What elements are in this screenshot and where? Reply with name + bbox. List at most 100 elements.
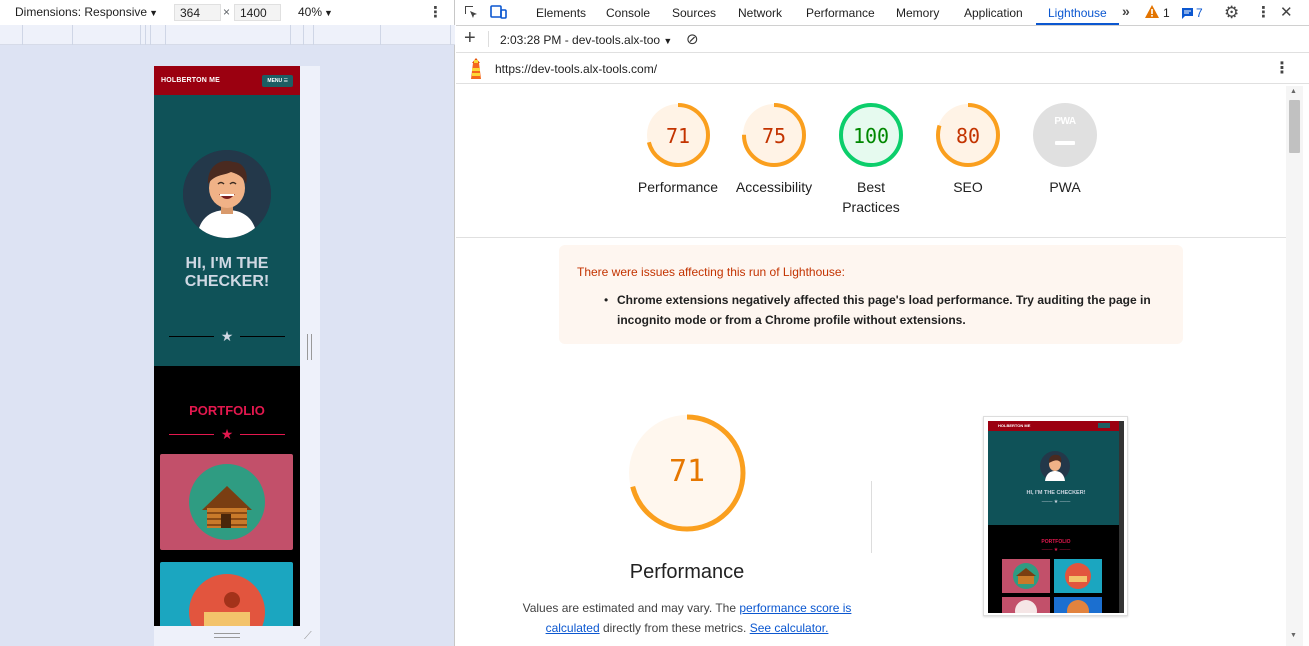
gauge-label: SEO: [953, 179, 983, 195]
resize-corner-icon[interactable]: ⟋: [304, 630, 312, 643]
tab-memory[interactable]: Memory: [896, 6, 939, 20]
device-emulation-pane: Dimensions: Responsive▼ × 40%▼ ⋮ HOLBERT…: [0, 0, 455, 646]
zoom-dropdown[interactable]: 40% ▼: [298, 5, 333, 19]
thumbnail-tile-4: [1054, 597, 1102, 613]
lighthouse-logo-icon: [471, 58, 481, 79]
settings-gear-icon[interactable]: ⚙: [1224, 3, 1239, 23]
site-brand[interactable]: HOLBERTON ME: [161, 77, 220, 84]
tab-application[interactable]: Application: [964, 6, 1023, 20]
inspect-element-icon[interactable]: [463, 4, 479, 23]
messages-count[interactable]: 7: [1196, 6, 1203, 20]
site-menu-button[interactable]: MENU ☰: [262, 74, 293, 87]
thumbnail-navbar: HOLBERTON ME: [988, 421, 1124, 431]
gauge-label: PWA: [1049, 179, 1081, 195]
performance-title: Performance: [629, 561, 745, 583]
scroll-down-arrow-icon[interactable]: ▼: [1290, 632, 1297, 639]
thumbnail-tile-3: [1002, 597, 1050, 613]
more-options-icon[interactable]: ⋮: [1256, 3, 1271, 21]
gauge-label: Best Practices: [842, 179, 900, 215]
close-icon[interactable]: ✕: [1280, 3, 1293, 21]
resize-handle-horizontal[interactable]: [214, 633, 240, 638]
perf-note-text-2: directly from these metrics.: [602, 621, 747, 635]
active-tab-indicator: [1036, 23, 1119, 25]
site-portfolio: PORTFOLIO ★: [154, 366, 300, 626]
more-tabs-icon[interactable]: »: [1122, 3, 1130, 19]
report-url-bar: https://dev-tools.alx-tools.com/ ⋮: [456, 53, 1309, 84]
tab-network[interactable]: Network: [738, 6, 782, 20]
tab-sources[interactable]: Sources: [672, 6, 716, 20]
messages-icon[interactable]: [1181, 6, 1194, 22]
resize-handle-vertical[interactable]: [307, 334, 312, 360]
star-icon: ★: [220, 426, 234, 442]
thumbnail-page: HOLBERTON ME HI, I'M THE CHECKER! ─── ★ …: [988, 421, 1124, 613]
warning-icon[interactable]: [1145, 5, 1159, 21]
see-calculator-link[interactable]: See calculator.: [750, 621, 829, 635]
score-gauges: 71 Performance 75 Accessibility 100 Best…: [456, 100, 1286, 238]
thumbnail-portfolio: PORTFOLIO: [1041, 539, 1071, 545]
avatar: [183, 150, 271, 238]
gauge-performance[interactable]: 71 Performance: [628, 102, 728, 197]
caret-down-icon: ▼: [149, 8, 158, 18]
scrollbar[interactable]: [1286, 86, 1303, 646]
performance-score: 71: [668, 454, 706, 489]
gauge-label: Accessibility: [735, 179, 813, 195]
tab-console[interactable]: Console: [606, 6, 650, 20]
star-icon: ─── ★ ───: [1041, 499, 1071, 505]
width-input[interactable]: [174, 4, 221, 21]
times-sign: ×: [223, 5, 231, 19]
section-divider: [871, 481, 872, 553]
scrollbar-thumb[interactable]: [1289, 100, 1300, 153]
gauge-accessibility[interactable]: 75 Accessibility: [724, 102, 824, 197]
device-toolbar: Dimensions: Responsive▼ × 40%▼ ⋮: [0, 0, 454, 25]
clear-reports-icon[interactable]: ⊘: [686, 30, 699, 48]
gauge-score: 71: [665, 124, 691, 148]
caret-down-icon: ▼: [324, 8, 333, 18]
report-selector-label: 2:03:28 PM - dev-tools.alx-too: [500, 33, 661, 47]
performance-note: Values are estimated and may vary. The p…: [522, 598, 852, 638]
new-report-plus-icon[interactable]: +: [464, 27, 476, 49]
portfolio-divider: ★: [169, 427, 285, 441]
report-selector[interactable]: 2:03:28 PM - dev-tools.alx-too ▼: [500, 33, 672, 47]
devtools-pane: Elements Console Sources Network Perform…: [456, 0, 1309, 646]
site-hero: HI, I'M THE CHECKER! ★: [154, 95, 300, 366]
gauge-best-practices[interactable]: 100 Best Practices: [821, 102, 921, 217]
media-query-ruler[interactable]: [0, 25, 455, 45]
warnings-heading: There were issues affecting this run of …: [577, 265, 845, 279]
dimensions-dropdown[interactable]: Dimensions: Responsive ▼: [15, 5, 158, 19]
gauge-label: Performance: [637, 179, 719, 195]
toolbar-separator: [488, 31, 489, 47]
thumbnail-tile-cake: [1054, 559, 1102, 593]
portfolio-tile-cabin[interactable]: [160, 454, 293, 550]
performance-gauge-large: 71: [626, 412, 748, 534]
report-url: https://dev-tools.alx-tools.com/: [495, 62, 658, 76]
gauge-score: 75: [761, 124, 787, 148]
thumbnail-menu: [1098, 423, 1110, 428]
tab-elements[interactable]: Elements: [536, 6, 586, 20]
thumbnail-brand: HOLBERTON ME: [998, 423, 1031, 428]
portfolio-tile-cake[interactable]: [160, 562, 293, 626]
thumbnail-tile-cabin: [1002, 559, 1050, 593]
device-toolbar-icon[interactable]: [490, 4, 508, 23]
gauge-seo[interactable]: 80 SEO: [918, 102, 1018, 197]
report-menu-icon[interactable]: ⋮: [1274, 58, 1290, 78]
tab-lighthouse[interactable]: Lighthouse: [1048, 6, 1107, 20]
perf-note-text-1: Values are estimated and may vary. The: [522, 601, 737, 615]
dimensions-label: Dimensions: Responsive: [15, 5, 148, 19]
scroll-up-arrow-icon[interactable]: ▲: [1290, 88, 1297, 95]
caret-down-icon: ▼: [663, 36, 673, 46]
warning-item: Chrome extensions negatively affected th…: [617, 293, 1151, 327]
pwa-badge-text: PWA: [1054, 116, 1076, 127]
thumbnail-avatar: [1040, 451, 1070, 481]
tab-performance[interactable]: Performance: [806, 6, 875, 20]
warnings-count[interactable]: 1: [1163, 6, 1170, 20]
thumbnail-hero-title: HI, I'M THE CHECKER!: [1026, 490, 1086, 496]
more-options-icon[interactable]: ⋮: [428, 3, 443, 21]
lighthouse-toolbar: + 2:03:28 PM - dev-tools.alx-too ▼ ⊘: [456, 26, 1309, 53]
gauge-score: 80: [955, 124, 981, 148]
hero-title: HI, I'M THE CHECKER!: [184, 255, 270, 290]
bullet-icon: •: [604, 293, 609, 307]
height-input[interactable]: [234, 4, 281, 21]
gauge-pwa[interactable]: PWA PWA: [1015, 102, 1115, 197]
device-viewport[interactable]: HOLBERTON ME MENU ☰ HI, I'M THE CHECKER!: [154, 66, 300, 626]
final-screenshot-thumbnail[interactable]: HOLBERTON ME HI, I'M THE CHECKER! ─── ★ …: [983, 416, 1128, 616]
